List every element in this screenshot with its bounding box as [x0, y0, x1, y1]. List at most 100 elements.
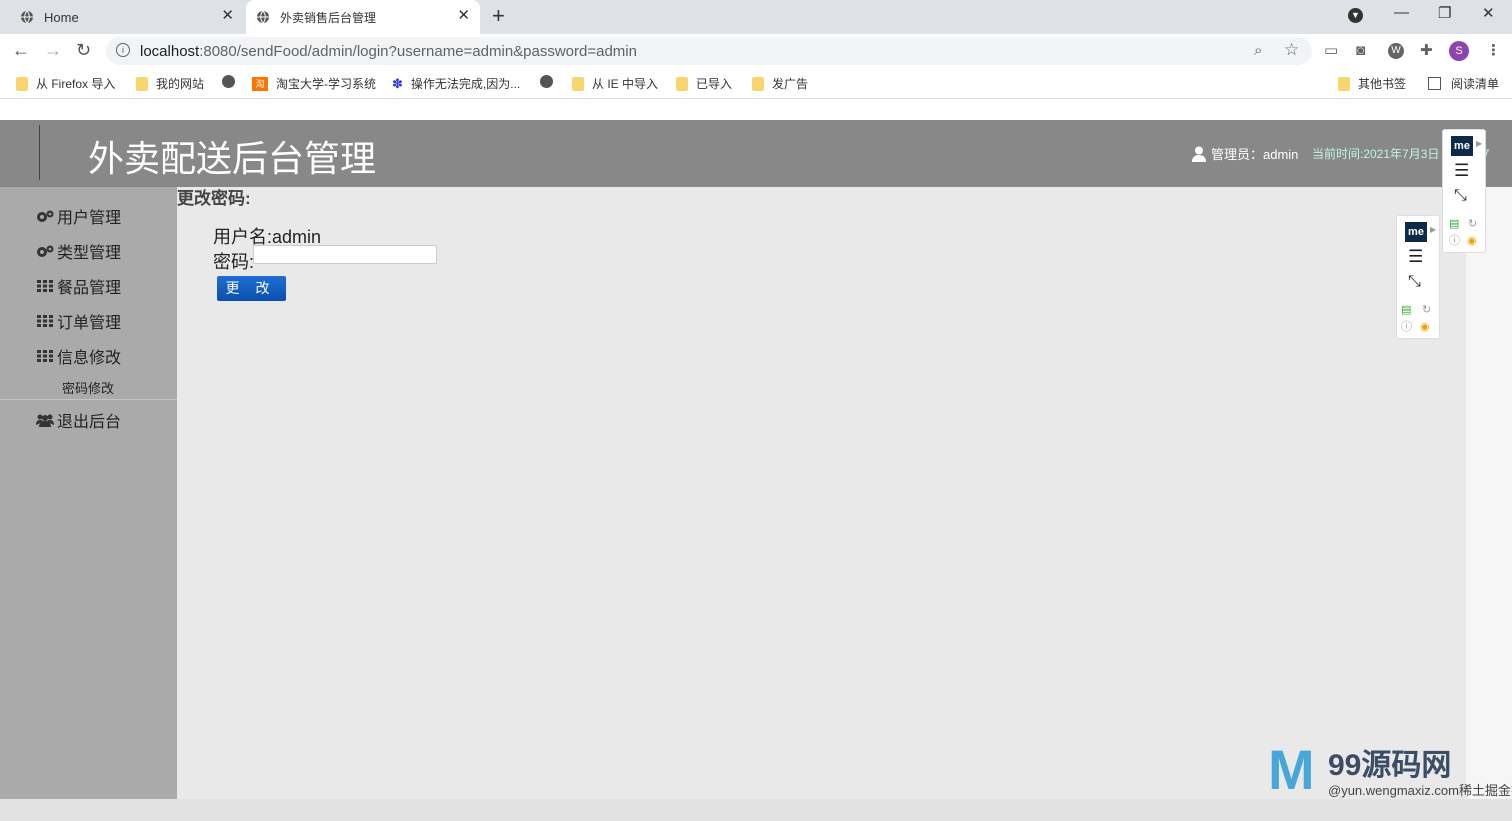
magic-wand-icon[interactable]: ⤡: [1408, 273, 1421, 291]
folder-icon: [1338, 76, 1350, 91]
cast-icon[interactable]: ▤: [1401, 304, 1411, 316]
gears-icon: [37, 210, 54, 222]
grid-icon: [37, 315, 53, 327]
expand-arrow-icon[interactable]: ▶: [1476, 139, 1482, 148]
refresh-icon[interactable]: ↻: [1422, 304, 1431, 316]
bookmark-baidu[interactable]: ✽ 操作无法完成,因为...: [392, 75, 520, 92]
back-icon[interactable]: ←: [12, 40, 30, 60]
folder-icon: [572, 76, 584, 91]
expand-arrow-icon[interactable]: ▶: [1430, 225, 1436, 234]
bookmark-imported[interactable]: 已导入: [676, 75, 732, 92]
forward-icon[interactable]: →: [44, 40, 62, 60]
tab-close-icon[interactable]: ✕: [457, 8, 470, 24]
bookmark-label: 阅读清单: [1451, 77, 1500, 91]
profile-avatar[interactable]: S: [1449, 41, 1469, 61]
hamburger-icon[interactable]: ☰: [1408, 248, 1423, 266]
hamburger-icon[interactable]: ☰: [1454, 162, 1469, 180]
url-text[interactable]: localhost:8080/sendFood/admin/login?user…: [140, 43, 637, 60]
bookmark-ads[interactable]: 发广告: [752, 75, 808, 92]
grid-icon: [37, 350, 53, 362]
sidebar-item-label: 用户管理: [57, 210, 122, 227]
camera-icon[interactable]: ◙: [1356, 42, 1365, 60]
eye-icon[interactable]: ◉: [1420, 321, 1430, 333]
menu-kebab-icon[interactable]: ⋮: [1486, 42, 1501, 60]
new-tab-icon[interactable]: +: [492, 5, 505, 27]
sidebar-item-label: 退出后台: [57, 414, 122, 431]
header-divider: [39, 125, 40, 180]
cast-icon[interactable]: ▤: [1449, 218, 1459, 230]
watermark-title: 99源码网: [1328, 749, 1452, 782]
sidebar-item-label: 餐品管理: [57, 280, 122, 297]
bookmark-label: 从 IE 中导入: [592, 77, 659, 91]
bookmark-firefox-import[interactable]: 从 Firefox 导入: [16, 75, 115, 92]
sidebar-item-label: 类型管理: [57, 245, 122, 262]
tab-title: 外卖销售后台管理: [280, 10, 377, 25]
sidebar-item-dishes[interactable]: 餐品管理: [36, 274, 121, 298]
sidebar-item-orders[interactable]: 订单管理: [36, 309, 121, 333]
admin-label: 管理员：admin: [1211, 147, 1299, 162]
bookmark-taobao[interactable]: 淘淘宝大学-学习系统: [252, 75, 376, 92]
w-extension-icon[interactable]: W: [1388, 43, 1404, 59]
other-bookmarks[interactable]: 其他书签: [1338, 75, 1406, 92]
watermark-logo-icon: M: [1268, 738, 1315, 801]
eye-icon[interactable]: ◉: [1467, 235, 1477, 247]
tab-home[interactable]: Home ✕: [0, 0, 244, 34]
sidebar-item-users[interactable]: 用户管理: [36, 204, 121, 228]
me-badge[interactable]: me: [1405, 222, 1427, 242]
watermark: M 99源码网 @yun.wengmaxiz.com稀土掘金技术社区: [1268, 738, 1512, 801]
sidebar-item-label: 信息修改: [57, 350, 122, 367]
bookmark-ie-import[interactable]: 从 IE 中导入: [572, 75, 658, 92]
extension-floating-toolbar: me ▶ ☰ ⤡ ▤ ↻ ⓘ ◉: [1442, 129, 1486, 253]
bookmark-label: 其他书签: [1358, 77, 1407, 91]
reading-list-icon: [1428, 77, 1441, 90]
sidebar-subitem-password[interactable]: 密码修改: [62, 378, 114, 397]
folder-icon: [136, 76, 148, 91]
minimize-icon[interactable]: —: [1394, 4, 1409, 21]
sidebar-item-info[interactable]: 信息修改: [36, 344, 121, 368]
info-icon[interactable]: i: [116, 43, 130, 57]
watermark-subtitle: @yun.wengmaxiz.com稀土掘金技术社区: [1328, 783, 1512, 798]
magic-wand-icon[interactable]: ⤡: [1454, 187, 1467, 205]
tab-bar: Home ✕ 外卖销售后台管理 ✕ + ▼ — ❐ ✕: [0, 0, 1512, 34]
main-panel: 更改密码: 用户名:admin 密码: 更改: [177, 187, 1466, 799]
password-label: 密码:: [213, 252, 255, 272]
globe-icon: [540, 75, 553, 88]
right-margin: [1466, 187, 1512, 799]
folder-icon: [752, 76, 764, 91]
sidebar-item-types[interactable]: 类型管理: [36, 239, 121, 263]
cast-icon[interactable]: ▭: [1324, 42, 1338, 60]
tab-active[interactable]: 外卖销售后台管理 ✕: [246, 0, 480, 34]
alert-icon[interactable]: ⓘ: [1449, 235, 1460, 247]
restore-icon[interactable]: ❐: [1438, 4, 1451, 22]
sidebar-item-logout[interactable]: 退出后台: [36, 408, 121, 432]
users-icon: [36, 414, 54, 427]
page-content: 外卖配送后台管理 管理员：admin 当前时间:2021年7月3日 13:33:…: [0, 99, 1512, 821]
zoom-icon[interactable]: ⌕: [1254, 42, 1262, 60]
address-bar[interactable]: i localhost:8080/sendFood/admin/login?us…: [106, 37, 1312, 65]
bookmark-label: 从 Firefox 导入: [36, 77, 116, 91]
reload-icon[interactable]: ↻: [76, 40, 91, 60]
reading-list[interactable]: 阅读清单: [1428, 75, 1499, 92]
bookmark-globe-2[interactable]: [540, 75, 561, 88]
refresh-icon[interactable]: ↻: [1468, 218, 1477, 230]
bottom-scroll-area: [0, 799, 1512, 821]
sidebar-item-label: 订单管理: [57, 315, 122, 332]
bookmark-label: 发广告: [772, 77, 809, 91]
alert-icon[interactable]: ⓘ: [1401, 321, 1412, 333]
bookmark-label: 操作无法完成,因为...: [410, 77, 521, 91]
me-badge[interactable]: me: [1451, 136, 1473, 156]
bookmark-star-icon[interactable]: ☆: [1284, 41, 1299, 59]
extensions-puzzle-icon[interactable]: ✚: [1420, 42, 1433, 60]
bookmark-my-site[interactable]: 我的网站: [136, 75, 204, 92]
page-title: 外卖配送后台管理: [88, 139, 377, 180]
close-window-icon[interactable]: ✕: [1482, 4, 1495, 22]
folder-icon: [676, 76, 688, 91]
password-input[interactable]: [253, 245, 437, 264]
url-path: :8080/sendFood/admin/login?username=admi…: [199, 43, 637, 60]
change-button[interactable]: 更改: [217, 276, 286, 301]
bookmark-globe[interactable]: [222, 75, 243, 88]
tab-search-icon[interactable]: ▼: [1348, 8, 1363, 23]
bookmarks-bar: 从 Firefox 导入 我的网站 淘淘宝大学-学习系统 ✽ 操作无法完成,因为.…: [0, 68, 1512, 99]
tab-close-icon[interactable]: ✕: [221, 8, 234, 24]
user-icon: [1192, 146, 1206, 162]
